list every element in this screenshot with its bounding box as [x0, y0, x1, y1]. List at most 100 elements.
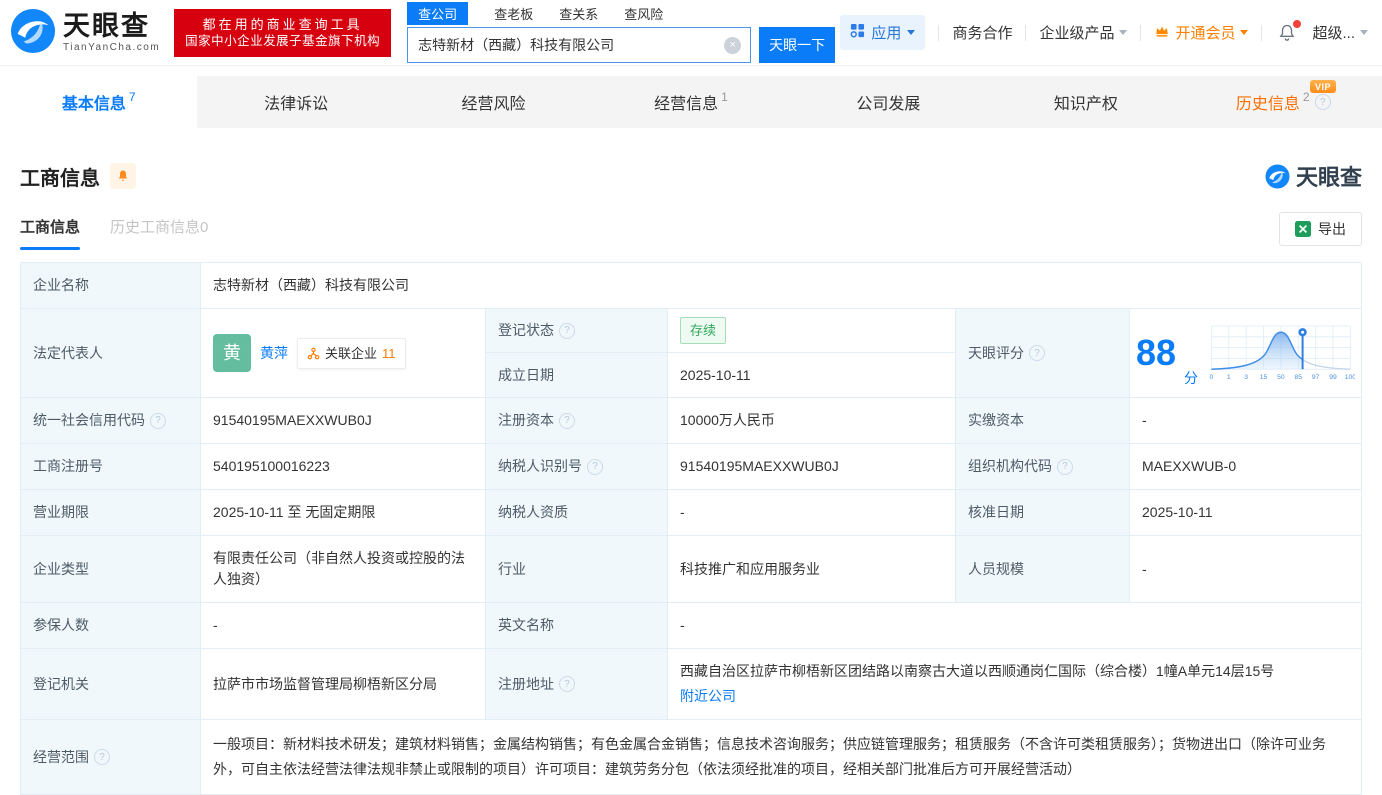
tab-intellectual-property[interactable]: 知识产权 — [987, 76, 1184, 128]
question-icon[interactable] — [559, 412, 575, 429]
reg-number-label: 工商注册号 — [21, 444, 201, 489]
menu-super-vip[interactable]: 超级... — [1312, 22, 1368, 43]
divider — [938, 24, 940, 41]
table-row: 参保人数 - 英文名称 - — [21, 603, 1361, 649]
english-name-label: 英文名称 — [486, 603, 668, 648]
tab-business-info[interactable]: 经营信息 1 — [592, 76, 789, 128]
chevron-down-icon — [907, 30, 916, 35]
tab-history-info[interactable]: VIP 历史信息 2 — [1185, 76, 1382, 128]
logo-domain: TianYanCha.com — [63, 41, 161, 53]
credit-code-label: 统一社会信用代码 — [21, 398, 201, 443]
chevron-down-icon — [1360, 30, 1368, 35]
export-button[interactable]: 导出 — [1279, 212, 1362, 246]
tab-legal-lawsuits[interactable]: 法律诉讼 — [197, 76, 394, 128]
approval-date-value: 2025-10-11 — [1142, 504, 1213, 520]
clear-icon[interactable] — [724, 36, 742, 54]
subscribe-bell-button[interactable] — [110, 163, 136, 189]
svg-text:0: 0 — [1210, 374, 1214, 381]
tab-basic-info[interactable]: 基本信息 7 — [0, 76, 198, 128]
search-input[interactable] — [408, 28, 751, 62]
apps-label: 应用 — [871, 25, 902, 42]
legal-rep-name-link[interactable]: 黄萍 — [260, 343, 288, 364]
tab-label: 历史信息 — [1235, 96, 1300, 113]
question-icon[interactable] — [94, 749, 110, 765]
search-box: 查公司 查老板 查关系 查风险 天眼一下 — [407, 2, 836, 63]
subtab-history-registration[interactable]: 历史工商信息0 — [110, 216, 208, 250]
divider — [1261, 24, 1263, 41]
question-icon[interactable] — [1029, 345, 1045, 361]
reg-address-label: 注册地址 — [486, 649, 668, 719]
tianyancha-logo-icon — [1265, 164, 1290, 188]
top-header: 天眼查 TianYanCha.com 都在用的商业查询工具 国家中小企业发展子基… — [0, 0, 1382, 66]
logo-title: 天眼查 — [63, 10, 150, 41]
tab-business-risk[interactable]: 经营风险 — [395, 76, 592, 128]
tianyancha-logo-icon — [10, 8, 56, 57]
search-tab-company[interactable]: 查公司 — [407, 2, 469, 25]
score-distribution-chart: 0 1 3 15 50 85 97 99 100 — [1210, 325, 1355, 381]
tianyancha-logo[interactable]: 天眼查 TianYanCha.com — [10, 8, 160, 57]
super-vip-label: 超级... — [1312, 25, 1355, 42]
watermark-logo: 天眼查 — [1265, 160, 1362, 192]
crown-icon — [1154, 24, 1170, 42]
nearby-companies-link[interactable]: 附近公司 — [680, 686, 736, 707]
related-companies-count: 11 — [382, 345, 396, 361]
notification-bell[interactable] — [1275, 19, 1302, 43]
approval-date-label: 核准日期 — [956, 490, 1130, 535]
enterprise-label: 企业级产品 — [1039, 25, 1115, 42]
avatar[interactable]: 黄 — [213, 334, 251, 372]
business-term-value: 2025-10-11 至 无固定期限 — [201, 490, 486, 535]
divider — [1140, 24, 1142, 41]
subtab-business-registration[interactable]: 工商信息 — [20, 216, 81, 250]
question-icon[interactable] — [559, 322, 575, 339]
search-tab-relation[interactable]: 查关系 — [559, 4, 598, 23]
tab-count: 1 — [721, 90, 728, 104]
export-label: 导出 — [1318, 221, 1346, 237]
search-button[interactable]: 天眼一下 — [759, 27, 836, 63]
search-tab-boss[interactable]: 查老板 — [494, 4, 533, 23]
excel-icon — [1295, 221, 1311, 237]
menu-open-vip[interactable]: 开通会员 — [1154, 22, 1249, 43]
menu-cooperation[interactable]: 商务合作 — [952, 22, 1012, 43]
industry-label: 行业 — [486, 536, 668, 602]
search-tab-risk[interactable]: 查风险 — [624, 4, 663, 23]
main-content: 工商信息 天眼查 工商信息 历史工商信息0 导出 企业名称 志特新材（西藏）科技… — [0, 160, 1382, 795]
reg-authority-label: 登记机关 — [21, 649, 201, 719]
business-scope-label: 经营范围 — [21, 720, 201, 794]
establish-date-label: 成立日期 — [486, 353, 668, 397]
business-scope-value: 一般项目：新材料技术研发；建筑材料销售；金属结构销售；有色金属合金销售；信息技术… — [213, 736, 1326, 777]
tab-company-development[interactable]: 公司发展 — [790, 76, 987, 128]
question-icon[interactable] — [1057, 458, 1073, 475]
question-icon[interactable] — [559, 676, 575, 692]
tab-label: 法律诉讼 — [264, 96, 329, 113]
tab-label: 经营风险 — [461, 96, 526, 113]
reg-address-value: 西藏自治区拉萨市柳梧新区团结路以南察古大道以西顺通岗仁国际（综合楼）1幢A单元1… — [668, 649, 1361, 719]
svg-text:97: 97 — [1312, 374, 1320, 381]
table-row: 统一社会信用代码 91540195MAEXXWUB0J 注册资本 10000万人… — [21, 398, 1361, 444]
promo-line2: 国家中小企业发展子基金旗下机构 — [185, 33, 381, 48]
related-companies-chip[interactable]: 关联企业 11 — [297, 337, 406, 369]
insured-count-label: 参保人数 — [21, 603, 201, 648]
company-type-value: 有限责任公司（非自然人投资或控股的法人独资） — [201, 536, 486, 602]
related-companies-label: 关联企业 — [325, 345, 378, 361]
svg-text:50: 50 — [1277, 374, 1285, 381]
score-value[interactable]: 88 分 0 1 3 15 50 85 97 99 10 — [1130, 309, 1361, 397]
reg-capital-label: 注册资本 — [486, 398, 668, 443]
question-icon[interactable] — [1314, 94, 1331, 110]
promo-banner: 都在用的商业查询工具 国家中小企业发展子基金旗下机构 — [174, 8, 392, 57]
company-name-label: 企业名称 — [21, 263, 201, 308]
taxpayer-quality-value: - — [668, 490, 956, 535]
svg-text:1: 1 — [1227, 374, 1231, 381]
tab-label: 经营信息 — [654, 96, 719, 113]
open-vip-label: 开通会员 — [1175, 25, 1236, 42]
apps-menu[interactable]: 应用 — [840, 15, 926, 50]
score-unit: 分 — [1184, 370, 1199, 386]
menu-enterprise[interactable]: 企业级产品 — [1039, 22, 1128, 43]
question-icon[interactable] — [587, 458, 603, 475]
tab-label: 公司发展 — [856, 96, 921, 113]
question-icon[interactable] — [150, 412, 166, 429]
score-label: 天眼评分 — [956, 309, 1130, 397]
credit-code-value: 91540195MAEXXWUB0J — [201, 398, 486, 443]
org-code-value: MAEXXWUB-0 — [1142, 458, 1237, 474]
svg-text:3: 3 — [1244, 374, 1248, 381]
svg-text:100: 100 — [1345, 374, 1355, 381]
